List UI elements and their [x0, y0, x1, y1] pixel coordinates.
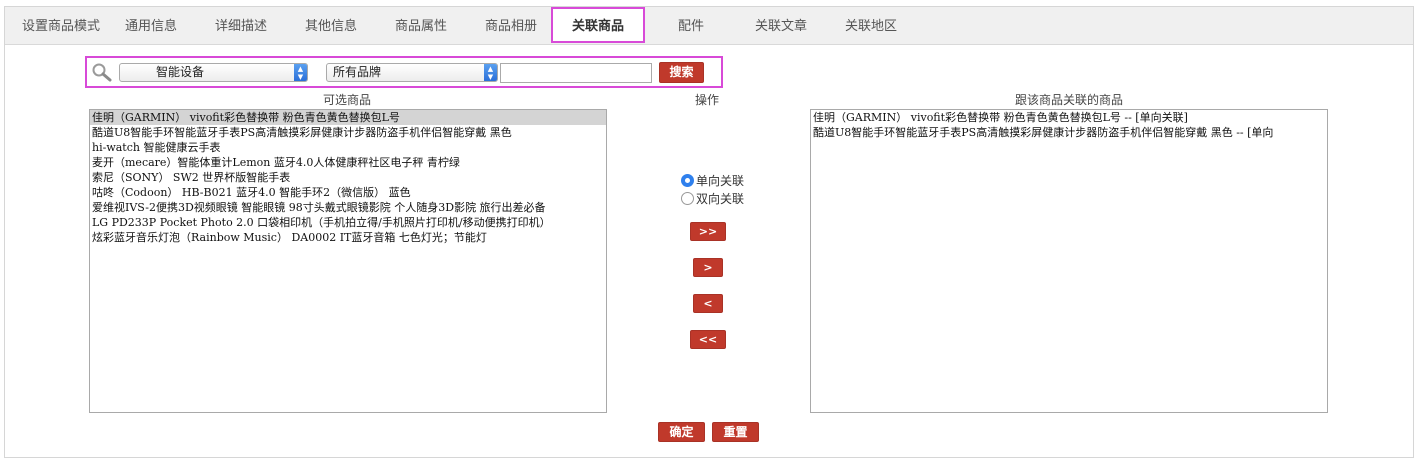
search-icon [92, 63, 112, 82]
search-toolbar: 智能设备 ▲ ▼ 所有品牌 ▲ ▼ 搜索 [85, 56, 723, 88]
tab-attributes[interactable]: 商品属性 [385, 7, 457, 45]
brand-select-value: 所有品牌 [333, 65, 382, 79]
tab-gallery[interactable]: 商品相册 [475, 7, 547, 45]
chevron-updown-icon: ▲ ▼ [484, 64, 497, 81]
list-item[interactable]: hi-watch 智能健康云手表 [90, 140, 606, 155]
chevron-updown-icon: ▲ ▼ [294, 64, 307, 81]
add-button[interactable]: > [693, 258, 723, 277]
list-item[interactable]: 酷道U8智能手环智能蓝牙手表PS高清触摸彩屏健康计步器防盗手机伴侣智能穿戴 黑色 [90, 125, 606, 140]
remove-all-button[interactable]: << [690, 330, 726, 349]
tab-general-info[interactable]: 通用信息 [115, 7, 187, 45]
tab-accessories[interactable]: 配件 [665, 7, 717, 45]
keyword-input[interactable] [500, 63, 652, 83]
list-item[interactable]: 炫彩蓝牙音乐灯泡（Rainbow Music） DA0002 IT蓝牙音箱 七色… [90, 230, 606, 245]
brand-select[interactable]: 所有品牌 ▲ ▼ [326, 63, 498, 82]
add-all-button[interactable]: >> [690, 222, 726, 241]
radio-two-way[interactable]: 双向关联 [681, 191, 744, 207]
list-item[interactable]: LG PD233P Pocket Photo 2.0 口袋相印机（手机拍立得/手… [90, 215, 606, 230]
linked-goods-title: 跟该商品关联的商品 [1014, 93, 1123, 107]
tab-related-regions[interactable]: 关联地区 [835, 7, 907, 45]
radio-two-way-label: 双向关联 [696, 192, 745, 206]
tab-bar: 设置商品模式 通用信息 详细描述 其他信息 商品属性 商品相册 关联商品 配件 … [5, 7, 1413, 45]
tab-related-articles[interactable]: 关联文章 [745, 7, 817, 45]
radio-one-way-label: 单向关联 [696, 174, 745, 188]
list-item[interactable]: 酷道U8智能手环智能蓝牙手表PS高清触摸彩屏健康计步器防盗手机伴侣智能穿戴 黑色… [811, 125, 1327, 140]
tab-related-goods[interactable]: 关联商品 [551, 7, 645, 43]
tab-other-info[interactable]: 其他信息 [295, 7, 367, 45]
list-item[interactable]: 麦开（mecare）智能体重计Lemon 蓝牙4.0人体健康秤社区电子秤 青柠绿 [90, 155, 606, 170]
reset-button[interactable]: 重置 [712, 422, 759, 442]
radio-one-way[interactable]: 单向关联 [681, 173, 744, 189]
radio-button[interactable] [681, 174, 694, 187]
category-select-value: 智能设备 [156, 65, 205, 79]
goods-edit-panel: 设置商品模式 通用信息 详细描述 其他信息 商品属性 商品相册 关联商品 配件 … [4, 6, 1414, 458]
search-button[interactable]: 搜索 [659, 62, 704, 83]
list-item[interactable]: 佳明（GARMIN） vivofit彩色替换带 粉色青色黄色替换包L号 [90, 110, 606, 125]
list-item[interactable]: 咕咚（Codoon） HB-B021 蓝牙4.0 智能手环2（微信版） 蓝色 [90, 185, 606, 200]
list-item[interactable]: 爱维视IVS-2便携3D视频眼镜 智能眼镜 98寸头戴式眼镜影院 个人随身3D影… [90, 200, 606, 215]
tab-product-mode[interactable]: 设置商品模式 [13, 7, 109, 45]
list-item[interactable]: 佳明（GARMIN） vivofit彩色替换带 粉色青色黄色替换包L号 -- [… [811, 110, 1327, 125]
linked-goods-list[interactable]: 佳明（GARMIN） vivofit彩色替换带 粉色青色黄色替换包L号 -- [… [810, 109, 1328, 413]
available-goods-list[interactable]: 佳明（GARMIN） vivofit彩色替换带 粉色青色黄色替换包L号 酷道U8… [89, 109, 607, 413]
remove-button[interactable]: < [693, 294, 723, 313]
confirm-button[interactable]: 确定 [658, 422, 705, 442]
operation-title: 操作 [694, 93, 719, 107]
available-goods-title: 可选商品 [322, 93, 371, 107]
category-select[interactable]: 智能设备 ▲ ▼ [119, 63, 308, 82]
list-item[interactable]: 索尼（SONY） SW2 世界杯版智能手表 [90, 170, 606, 185]
radio-button[interactable] [681, 192, 694, 205]
tab-description[interactable]: 详细描述 [205, 7, 277, 45]
